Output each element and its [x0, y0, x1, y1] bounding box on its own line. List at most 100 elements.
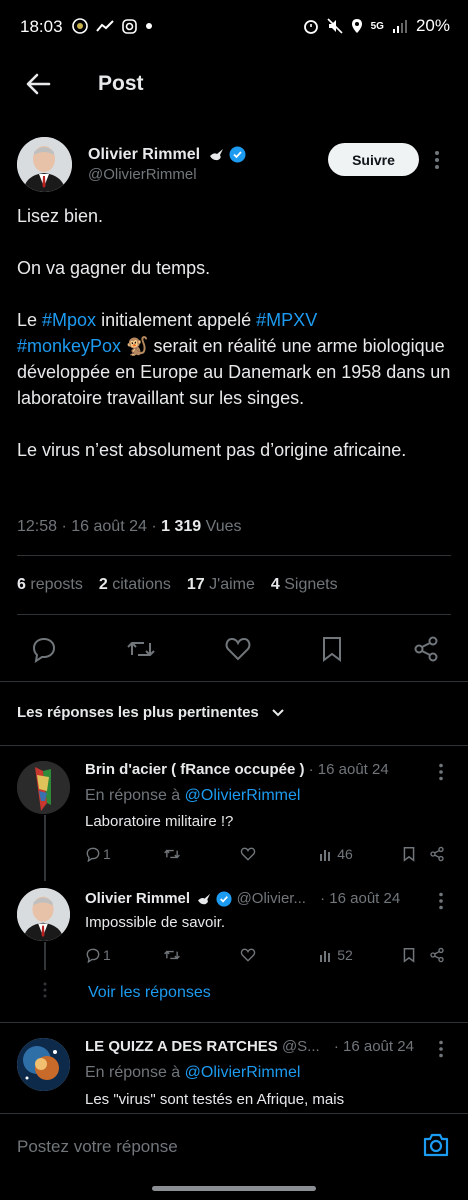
- views-icon[interactable]: 46: [319, 846, 401, 862]
- reply-author-handle[interactable]: @S...: [282, 1038, 320, 1055]
- thread-line: [44, 815, 46, 881]
- views-count: 1 319: [161, 518, 202, 535]
- reply-count: 1: [103, 846, 111, 862]
- reply-avatar[interactable]: [17, 888, 70, 941]
- author-name[interactable]: Olivier Rimmel: [88, 146, 200, 163]
- divider: [0, 1022, 468, 1023]
- dove-icon: [197, 893, 212, 906]
- chevron-down-icon: [272, 709, 284, 717]
- bookmarks-stat[interactable]: 4 Signets: [271, 576, 338, 594]
- in-reply-to: En réponse à @OlivierRimmel: [85, 787, 301, 804]
- reply-header: Olivier Rimmel @Olivier... · 16 août 24: [85, 890, 430, 907]
- repost-icon[interactable]: [163, 846, 239, 862]
- reply-actions: 1 52: [85, 947, 445, 963]
- post-line-2: On va gagner du temps.: [17, 258, 211, 278]
- thread-line: [44, 942, 46, 970]
- divider: [0, 681, 468, 682]
- reposts-stat[interactable]: 6 reposts: [17, 576, 83, 594]
- mute-icon: [327, 18, 343, 34]
- back-arrow-icon: [26, 73, 51, 95]
- in-reply-to: En réponse à @OlivierRimmel: [85, 1064, 301, 1081]
- alarm-icon: [303, 18, 319, 34]
- author-avatar[interactable]: [17, 137, 72, 192]
- reply-icon[interactable]: [30, 635, 58, 663]
- dot-icon: [145, 22, 153, 30]
- reply-author-name[interactable]: LE QUIZZ A DES RATCHES: [85, 1038, 278, 1055]
- author-name-row: Olivier Rimmel: [88, 146, 246, 164]
- reply-author-handle[interactable]: @Olivier...: [237, 890, 306, 907]
- divider: [0, 745, 468, 746]
- reply-date: · 16 août 24: [308, 761, 389, 778]
- author-handle[interactable]: @OlivierRimmel: [88, 166, 197, 183]
- repost-icon[interactable]: [126, 635, 156, 663]
- likes-stat[interactable]: 17 J'aime: [187, 576, 255, 594]
- reply-text: Laboratoire militaire !?: [85, 813, 234, 830]
- location-icon: [351, 18, 363, 34]
- divider: [17, 555, 451, 556]
- home-indicator[interactable]: [152, 1186, 316, 1191]
- views-count: 46: [337, 846, 353, 862]
- share-icon[interactable]: [412, 635, 440, 663]
- like-icon[interactable]: [240, 846, 319, 862]
- system-icons: 5G 20%: [303, 16, 450, 36]
- hashtag-mpxv[interactable]: #MPXV: [256, 310, 317, 330]
- bookmark-icon[interactable]: [320, 635, 344, 663]
- reply-text: Les "virus" sont testés en Afrique, mais: [85, 1091, 345, 1108]
- more-options-icon[interactable]: [434, 150, 440, 170]
- replies-sort-dropdown[interactable]: Les réponses les plus pertinentes: [17, 704, 285, 721]
- repost-icon[interactable]: [163, 947, 239, 963]
- share-icon[interactable]: [429, 947, 445, 963]
- compose-input[interactable]: Postez votre réponse: [17, 1137, 178, 1157]
- verified-badge-icon: [229, 146, 246, 163]
- reply-actions: 1 46: [85, 846, 445, 862]
- post-stats: 6 reposts 2 citations 17 J'aime 4 Signet…: [17, 576, 338, 594]
- hashtag-mpox[interactable]: #Mpox: [42, 310, 96, 330]
- trend-icon: [96, 19, 114, 33]
- post-time: 12:58: [17, 518, 58, 535]
- like-icon[interactable]: [240, 947, 319, 963]
- views-count: 52: [337, 947, 353, 963]
- hashtag-monkeypox[interactable]: #monkeyPox: [17, 336, 121, 356]
- app-badge-icon: [72, 18, 88, 34]
- reply-avatar[interactable]: [17, 1038, 70, 1091]
- reply-mention[interactable]: @OlivierRimmel: [185, 787, 301, 804]
- post-actions: [30, 635, 440, 663]
- reply-author-name[interactable]: Olivier Rimmel: [85, 890, 190, 907]
- views-icon[interactable]: 52: [319, 947, 401, 963]
- network-label: 5G: [370, 20, 384, 32]
- reply-text: Impossible de savoir.: [85, 914, 226, 931]
- like-icon[interactable]: [224, 635, 252, 663]
- bookmark-icon[interactable]: [402, 947, 429, 963]
- battery-label: 20%: [415, 16, 450, 35]
- reply-header: LE QUIZZ A DES RATCHES @S... · 16 août 2…: [85, 1038, 430, 1055]
- reply-avatar[interactable]: [17, 761, 70, 814]
- signal-icon: [392, 18, 408, 34]
- more-options-icon[interactable]: [438, 1040, 444, 1058]
- follow-button[interactable]: Suivre: [328, 143, 419, 176]
- status-bar: 18:03 5G 20%: [0, 0, 468, 54]
- replies-sort-label: Les réponses les plus pertinentes: [17, 704, 259, 721]
- post-text: Lisez bien. On va gagner du temps. Le #M…: [17, 203, 457, 489]
- reply-icon[interactable]: 1: [85, 846, 163, 862]
- reply-author-name[interactable]: Brin d'acier ( fRance occupée ): [85, 761, 304, 778]
- reply-icon[interactable]: 1: [85, 947, 163, 963]
- quotes-stat[interactable]: 2 citations: [99, 576, 171, 594]
- thread-dots: [42, 982, 48, 1000]
- more-options-icon[interactable]: [438, 763, 444, 781]
- notification-icons: [72, 18, 153, 34]
- post-paragraph-4: Le virus n’est absolument pas d’origine …: [17, 440, 407, 460]
- verified-badge-icon: [216, 891, 232, 907]
- back-button[interactable]: [24, 70, 52, 98]
- view-replies-link[interactable]: Voir les réponses: [88, 984, 211, 1002]
- share-icon[interactable]: [429, 846, 445, 862]
- status-time: 18:03: [20, 17, 63, 36]
- dove-icon: [209, 148, 225, 162]
- bookmark-icon[interactable]: [402, 846, 429, 862]
- more-options-icon[interactable]: [438, 892, 444, 910]
- camera-icon[interactable]: [422, 1132, 450, 1158]
- monkey-emoji: 🐒: [126, 336, 149, 356]
- views-label: Vues: [205, 518, 242, 535]
- post-line-1: Lisez bien.: [17, 206, 104, 226]
- post-date: 16 août 24: [71, 518, 147, 535]
- reply-mention[interactable]: @OlivierRimmel: [185, 1064, 301, 1081]
